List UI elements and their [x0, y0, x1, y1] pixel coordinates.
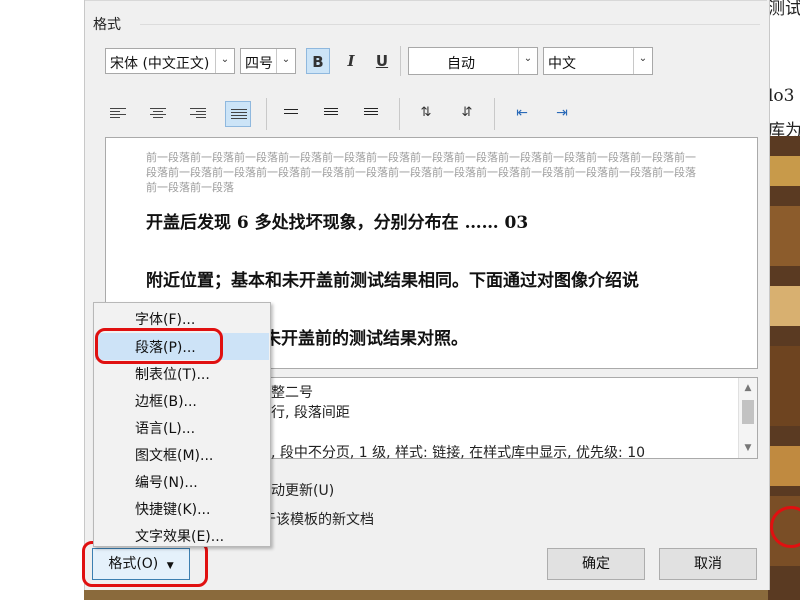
align-right-icon[interactable] — [190, 108, 206, 120]
highlight-ring-paragraph — [95, 328, 223, 364]
increase-spacing-icon[interactable]: ⇅ — [414, 100, 438, 126]
cancel-button[interactable]: 取消 — [659, 548, 757, 580]
description-scrollbar[interactable]: ▲ ▼ — [738, 378, 757, 458]
menu-item-frame[interactable]: 图文框(M)... — [95, 441, 269, 468]
background-text-2: lo3 : — [768, 86, 800, 106]
menu-item-numbering[interactable]: 编号(N)... — [95, 468, 269, 495]
format-section-label: 格式 — [93, 17, 121, 33]
chevron-down-icon: ⌄ — [518, 48, 537, 74]
toolbar-separator — [494, 98, 495, 130]
underline-button[interactable]: U — [370, 48, 394, 74]
toolbar-separator — [266, 98, 267, 130]
toolbar-separator — [399, 98, 400, 130]
font-color-combo[interactable]: 自动 ⌄ — [408, 47, 538, 75]
scroll-up-icon[interactable]: ▲ — [739, 380, 757, 396]
italic-button[interactable]: I — [339, 48, 363, 74]
menu-item-label: 编号(N)... — [135, 475, 198, 491]
previous-paragraph-sample: 前一段落前一段落前一段落前一段落前一段落前一段落前一段落前一段落前一段落前一段落… — [146, 151, 696, 194]
dialog-top-divider — [85, 0, 767, 1]
menu-item-text-effects[interactable]: 文字效果(E)... — [95, 522, 269, 549]
menu-item-label: 语言(L)... — [135, 421, 196, 437]
description-line-2: 行, 段落间距 — [271, 405, 350, 421]
align-left-icon[interactable] — [110, 108, 126, 120]
menu-item-border[interactable]: 边框(B)... — [95, 387, 269, 414]
font-name-combo[interactable]: 宋体 (中文正文) ⌄ — [105, 48, 235, 74]
scrollbar-thumb[interactable] — [742, 400, 754, 424]
menu-item-label: 边框(B)... — [135, 394, 197, 410]
decrease-indent-icon[interactable]: ⇤ — [510, 100, 534, 126]
auto-update-checkbox-label[interactable]: 动更新(U) — [271, 480, 334, 500]
preview-line-3: 未开盖前的测试结果对照。 — [264, 329, 468, 349]
double-spacing-icon[interactable] — [364, 108, 380, 120]
font-color-value: 自动 — [447, 56, 475, 72]
justify-icon — [231, 109, 247, 121]
description-line-3: , 段中不分页, 1 级, 样式: 链接, 在样式库中显示, 优先级: 10 — [271, 445, 646, 461]
font-name-value: 宋体 (中文正文) — [110, 56, 210, 72]
toolbar-separator — [400, 46, 401, 76]
chevron-down-icon: ⌄ — [276, 49, 295, 73]
font-size-combo[interactable]: 四号 ⌄ — [240, 48, 296, 74]
preview-line-1: 开盖后发现 6 多处找坏现象，分别分布在 …… 03 — [146, 213, 529, 233]
font-size-value: 四号 — [245, 56, 273, 72]
ok-button[interactable]: 确定 — [547, 548, 645, 580]
justify-button[interactable] — [225, 101, 251, 127]
preview-line-2: 附近位置；基本和未开盖前测试结果相同。下面通过对图像介绍说 — [146, 271, 639, 291]
one-half-spacing-icon[interactable] — [324, 108, 340, 120]
menu-item-tabs[interactable]: 制表位(T)... — [95, 360, 269, 387]
align-center-icon[interactable] — [150, 108, 166, 120]
chevron-down-icon: ⌄ — [633, 48, 652, 74]
bold-button[interactable]: B — [306, 48, 330, 74]
menu-item-label: 字体(F)... — [135, 312, 196, 328]
background-text-1: 测试 — [768, 0, 800, 19]
menu-item-shortcut-key[interactable]: 快捷键(K)... — [95, 495, 269, 522]
menu-item-label: 制表位(T)... — [135, 367, 210, 383]
decrease-spacing-icon[interactable]: ⇵ — [455, 100, 479, 126]
format-section-rule — [140, 24, 760, 25]
language-combo[interactable]: 中文 ⌄ — [543, 47, 653, 75]
new-documents-radio-label[interactable]: 于该模板的新文档 — [262, 509, 374, 529]
menu-item-language[interactable]: 语言(L)... — [95, 414, 269, 441]
menu-item-label: 文字效果(E)... — [135, 529, 225, 545]
chevron-down-icon: ⌄ — [215, 49, 234, 73]
menu-item-label: 图文框(M)... — [135, 448, 214, 464]
description-line-1: 整二号 — [271, 385, 313, 401]
language-value: 中文 — [548, 56, 576, 72]
increase-indent-icon[interactable]: ⇥ — [550, 100, 574, 126]
menu-item-label: 快捷键(K)... — [135, 502, 211, 518]
single-spacing-icon[interactable] — [284, 109, 300, 121]
scroll-down-icon[interactable]: ▼ — [739, 440, 757, 456]
